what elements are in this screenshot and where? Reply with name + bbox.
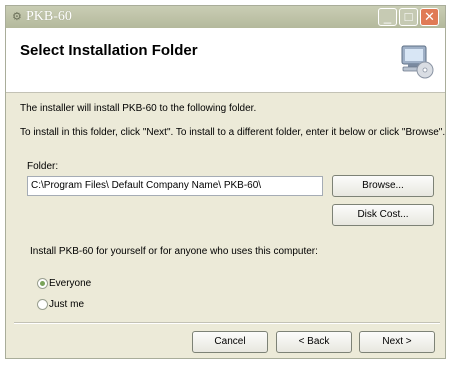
- next-button[interactable]: Next >: [359, 331, 435, 353]
- folder-label: Folder:: [27, 161, 59, 172]
- maximize-icon: □: [404, 9, 413, 24]
- minimize-icon: _: [383, 9, 392, 24]
- everyone-label[interactable]: Everyone: [49, 278, 91, 289]
- installer-window: ⚙ PKB-60 _ □ ✕ Select Installation Folde…: [5, 5, 446, 359]
- app-icon: ⚙: [12, 11, 22, 23]
- maximize-button[interactable]: □: [399, 8, 418, 26]
- header-banner: Select Installation Folder: [6, 28, 445, 93]
- disk-cost-button[interactable]: Disk Cost...: [332, 204, 434, 226]
- just-me-label[interactable]: Just me: [49, 299, 84, 310]
- cancel-button[interactable]: Cancel: [192, 331, 268, 353]
- everyone-radio[interactable]: [37, 278, 48, 289]
- window-title: PKB-60: [26, 9, 72, 24]
- install-for-question: Install PKB-60 for yourself or for anyon…: [30, 246, 318, 257]
- title-bar[interactable]: ⚙ PKB-60 _ □ ✕: [6, 6, 445, 28]
- page-title: Select Installation Folder: [20, 42, 198, 59]
- minimize-button[interactable]: _: [378, 8, 397, 26]
- back-button[interactable]: < Back: [276, 331, 352, 353]
- close-button[interactable]: ✕: [420, 8, 439, 26]
- close-icon: ✕: [424, 9, 435, 24]
- footer-separator: [14, 322, 440, 324]
- intro-text: The installer will install PKB-60 to the…: [20, 103, 257, 114]
- computer-disc-icon: [401, 45, 434, 79]
- instructions-text: To install in this folder, click "Next".…: [20, 127, 446, 138]
- browse-button[interactable]: Browse...: [332, 175, 434, 197]
- radio-selected-dot: [40, 281, 45, 286]
- just-me-radio[interactable]: [37, 299, 48, 310]
- folder-input[interactable]: C:\Program Files\ Default Company Name\ …: [27, 176, 323, 196]
